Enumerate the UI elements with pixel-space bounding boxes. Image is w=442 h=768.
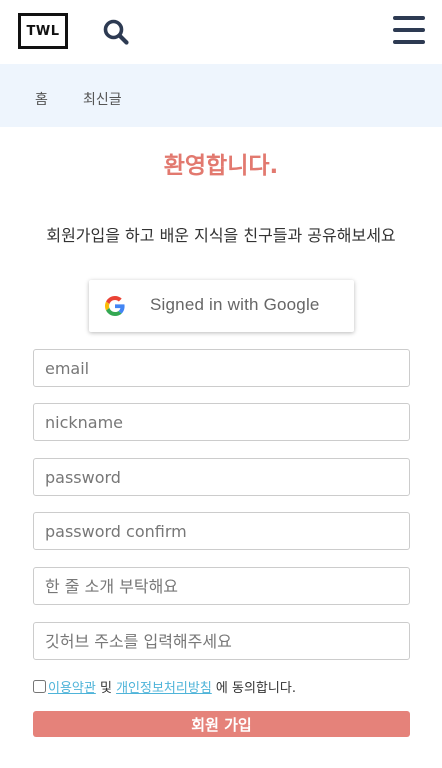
nickname-field[interactable] (33, 403, 410, 441)
email-field[interactable] (33, 349, 410, 387)
hamburger-menu-icon[interactable] (393, 16, 425, 46)
privacy-link[interactable]: 개인정보처리방침 (116, 677, 212, 696)
logo-text: TWL (26, 23, 60, 39)
nav-item-home[interactable]: 홈 (35, 89, 48, 109)
password-field[interactable] (33, 458, 410, 496)
agree-suffix: 에 동의합니다. (215, 680, 296, 696)
password-confirm-field[interactable] (33, 512, 410, 550)
nav-bar: 홈 최신글 (0, 64, 442, 127)
nav-item-latest[interactable]: 최신글 (83, 89, 122, 109)
google-signin-button[interactable]: Signed in with Google (89, 280, 354, 332)
agreement-row: 이용약관 및 개인정보처리방침 에 동의합니다. (33, 676, 413, 696)
github-url-field[interactable] (33, 622, 410, 660)
search-icon[interactable] (102, 18, 130, 46)
agree-checkbox[interactable] (33, 679, 46, 693)
logo[interactable]: TWL (18, 13, 68, 49)
agree-conjunction: 및 (99, 680, 112, 696)
intro-field[interactable] (33, 567, 410, 605)
header: TWL (0, 0, 442, 64)
signup-description: 회원가입을 하고 배운 지식을 친구들과 공유해보세요 (46, 226, 396, 245)
terms-link[interactable]: 이용약관 (48, 677, 96, 696)
google-signin-label: Signed in with Google (150, 295, 320, 314)
signup-submit-button[interactable]: 회원 가입 (33, 711, 410, 737)
page-title: 환영합니다. (163, 153, 279, 179)
google-g-icon (105, 296, 125, 316)
